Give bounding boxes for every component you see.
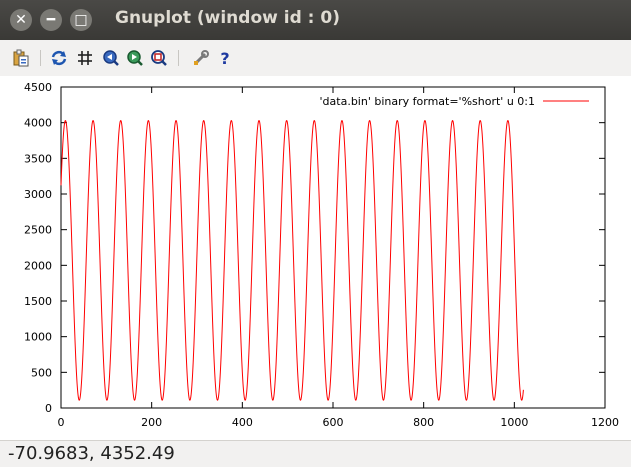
window-title: Gnuplot (window id : 0) (115, 8, 340, 28)
status-bar: -70.9683, 4352.49 (0, 440, 631, 467)
y-tick-label: 4000 (24, 117, 52, 130)
x-tick-label: 400 (232, 416, 253, 429)
toolbar: ? (0, 40, 631, 76)
toolbar-separator (178, 50, 179, 66)
legend-label: 'data.bin' binary format='%short' u 0:1 (320, 95, 535, 108)
settings-icon[interactable] (190, 47, 212, 69)
gnuplot-window: ✕ ━ □ Gnuplot (window id : 0) ? 0 500 10… (0, 0, 631, 467)
x-tick-label: 200 (141, 416, 162, 429)
x-tick-label: 1000 (500, 416, 528, 429)
plot-frame (60, 86, 606, 409)
y-tick-label: 3000 (24, 188, 52, 201)
autoscale-icon[interactable] (148, 47, 170, 69)
y-tick-label: 500 (31, 366, 52, 379)
y-tick-label: 2500 (24, 224, 52, 237)
replot-icon[interactable] (48, 47, 70, 69)
plot-svg[interactable]: 0 500 1000 1500 2000 2500 3000 3500 4000 4500 0 200… (0, 76, 631, 440)
x-tick-label: 1200 (591, 416, 619, 429)
minimize-icon[interactable]: ━ (40, 9, 62, 31)
x-tick-label: 800 (413, 416, 434, 429)
help-icon[interactable]: ? (214, 47, 236, 69)
y-tick-label: 2000 (24, 259, 52, 272)
plot-canvas[interactable]: 0 500 1000 1500 2000 2500 3000 3500 4000 4500 0 200… (0, 76, 631, 440)
title-bar[interactable]: ✕ ━ □ Gnuplot (window id : 0) (0, 0, 631, 40)
cursor-coordinates: -70.9683, 4352.49 (8, 443, 175, 464)
zoom-next-icon[interactable] (124, 47, 146, 69)
svg-text:?: ? (220, 49, 229, 67)
y-tick-label: 0 (45, 402, 52, 415)
maximize-icon[interactable]: □ (70, 9, 92, 31)
grid-icon[interactable] (74, 47, 96, 69)
y-tick-label: 1000 (24, 331, 52, 344)
y-tick-label: 1500 (24, 295, 52, 308)
y-tick-label: 3500 (24, 152, 52, 165)
close-icon[interactable]: ✕ (10, 9, 32, 31)
x-tick-label: 0 (58, 416, 65, 429)
toolbar-separator (40, 50, 41, 66)
x-tick-label: 600 (323, 416, 344, 429)
series-line (60, 120, 524, 401)
copy-clipboard-icon[interactable] (10, 47, 32, 69)
y-tick-label: 4500 (24, 81, 52, 94)
zoom-previous-icon[interactable] (100, 47, 122, 69)
